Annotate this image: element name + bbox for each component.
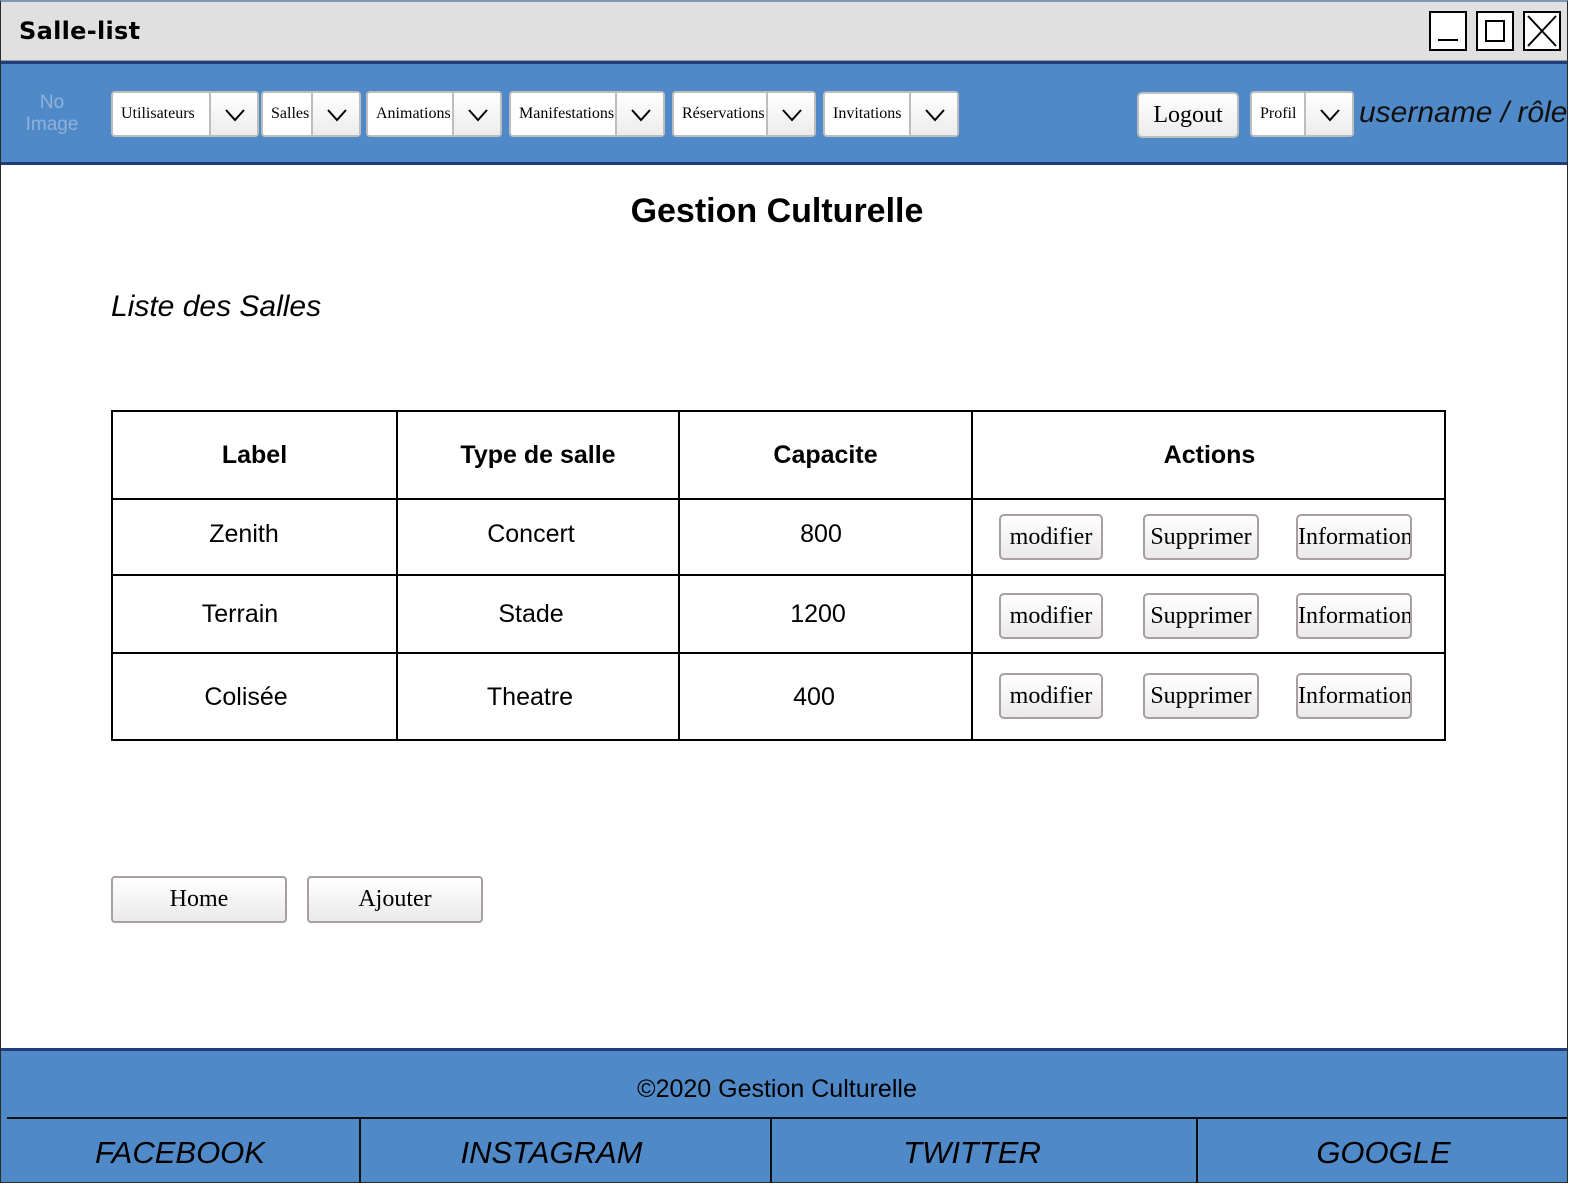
menu-label: Salles (271, 105, 310, 122)
information-button[interactable]: Information (1296, 514, 1412, 560)
dropdown-toggle[interactable] (766, 93, 814, 135)
user-role-label: username / rôle (1359, 96, 1568, 129)
maximize-button[interactable] (1476, 11, 1514, 51)
chevron-down-icon (631, 109, 651, 122)
chevron-down-icon (225, 109, 245, 122)
logo-placeholder: No Image (25, 92, 79, 135)
menu-label: Profil (1260, 105, 1297, 122)
dropdown-toggle[interactable] (311, 93, 359, 135)
twitter-link[interactable]: TWITTER (772, 1135, 1172, 1171)
menu-animations[interactable]: Animations (366, 91, 502, 137)
chevron-down-icon (327, 109, 347, 122)
column-header-actions: Actions (1163, 441, 1256, 469)
information-button[interactable]: Information (1296, 593, 1412, 639)
menu-label: Invitations (833, 105, 902, 122)
menu-salles[interactable]: Salles (261, 91, 361, 137)
supprimer-button[interactable]: Supprimer (1143, 673, 1259, 719)
google-link[interactable]: GOOGLE (1198, 1135, 1567, 1171)
table-divider (113, 498, 1444, 500)
cell-capacity: 1200 (790, 600, 846, 628)
salles-table: Label Type de salle Capacite Actions Zen… (111, 410, 1446, 741)
menu-manifestations[interactable]: Manifestations (509, 91, 665, 137)
copyright-text: ©2020 Gestion Culturelle (637, 1075, 917, 1103)
cell-label: Zenith (209, 520, 279, 548)
cell-capacity: 400 (793, 683, 835, 711)
app-window: Salle-list No Image Utilisateurs Salles … (0, 0, 1568, 1183)
window-title: Salle-list (19, 17, 141, 45)
dropdown-toggle[interactable] (615, 93, 663, 135)
minimize-button[interactable] (1429, 11, 1467, 51)
dropdown-toggle[interactable] (209, 93, 257, 135)
chevron-down-icon (468, 109, 488, 122)
menu-label: Réservations (682, 105, 765, 122)
modifier-button[interactable]: modifier (999, 593, 1103, 639)
facebook-link[interactable]: FACEBOOK (1, 1135, 359, 1171)
supprimer-button[interactable]: Supprimer (1143, 514, 1259, 560)
chevron-down-icon (782, 109, 802, 122)
menu-label: Utilisateurs (121, 105, 195, 122)
home-button[interactable]: Home (111, 876, 287, 923)
dropdown-toggle[interactable] (1304, 93, 1352, 135)
menu-invitations[interactable]: Invitations (823, 91, 959, 137)
cell-type: Concert (487, 520, 575, 548)
maximize-icon (1485, 20, 1505, 42)
cell-label: Colisée (204, 683, 288, 711)
minimize-icon (1438, 39, 1458, 41)
chevron-down-icon (925, 109, 945, 122)
supprimer-button[interactable]: Supprimer (1143, 593, 1259, 639)
profile-menu[interactable]: Profil (1250, 91, 1354, 137)
nav-bar: No Image Utilisateurs Salles Animations … (1, 61, 1567, 165)
menu-label: Animations (376, 105, 451, 122)
menu-utilisateurs[interactable]: Utilisateurs (111, 91, 259, 137)
instagram-link[interactable]: INSTAGRAM (361, 1135, 742, 1171)
dropdown-toggle[interactable] (452, 93, 500, 135)
ajouter-button[interactable]: Ajouter (307, 876, 483, 923)
information-button[interactable]: Information (1296, 673, 1412, 719)
close-button[interactable] (1523, 11, 1561, 51)
title-bar: Salle-list (1, 2, 1567, 61)
modifier-button[interactable]: modifier (999, 673, 1103, 719)
menu-label: Manifestations (519, 105, 615, 122)
close-icon (1527, 15, 1557, 47)
chevron-down-icon (1320, 109, 1340, 122)
footer-divider (7, 1117, 1567, 1119)
table-divider (113, 652, 1444, 654)
menu-reservations[interactable]: Réservations (672, 91, 816, 137)
cell-capacity: 800 (800, 520, 842, 548)
column-header-label: Label (221, 441, 288, 469)
footer: ©2020 Gestion Culturelle FACEBOOK INSTAG… (1, 1048, 1567, 1182)
cell-label: Terrain (201, 600, 279, 628)
section-title: Liste des Salles (111, 290, 322, 323)
column-header-capacity: Capacite (773, 441, 878, 469)
column-header-type: Type de salle (460, 441, 616, 469)
logout-button[interactable]: Logout (1137, 92, 1239, 138)
dropdown-toggle[interactable] (909, 93, 957, 135)
page-title: Gestion Culturelle (630, 192, 924, 230)
modifier-button[interactable]: modifier (999, 514, 1103, 560)
table-divider (113, 574, 1444, 576)
cell-type: Stade (498, 600, 564, 628)
cell-type: Theatre (486, 683, 574, 711)
